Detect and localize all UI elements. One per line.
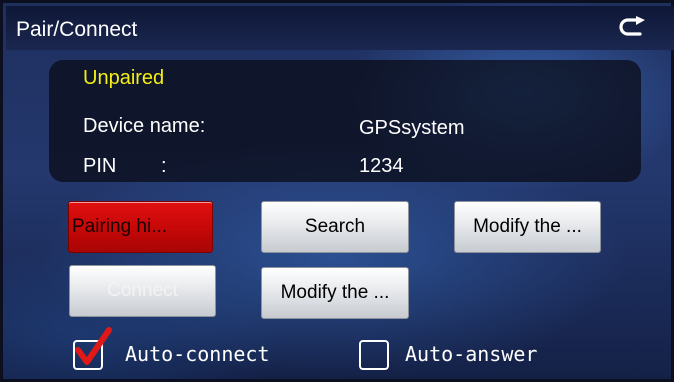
pairing-hint-button[interactable]: Pairing hi...: [68, 201, 213, 253]
auto-answer-checkbox[interactable]: [359, 340, 389, 370]
checkmark-icon: [75, 327, 112, 365]
title-bar: Pair/Connect: [6, 6, 674, 50]
pair-status: Unpaired: [83, 67, 165, 89]
pairing-hint-label: Pairing hi...: [72, 216, 168, 237]
connect-label: Connect: [107, 280, 178, 301]
connect-button[interactable]: Connect: [69, 265, 216, 317]
pin-label: PIN: [83, 155, 117, 177]
device-info-panel: Unpaired Device name: GPSsystem PIN : 12…: [49, 60, 641, 182]
modify-label-2: Modify the ...: [280, 282, 390, 303]
modify-label-1: Modify the ...: [473, 216, 582, 237]
auto-connect-checkbox[interactable]: [73, 327, 112, 370]
auto-connect-label: Auto-connect: [125, 342, 270, 366]
modify-button-2[interactable]: Modify the ...: [261, 267, 409, 319]
back-arrow-icon[interactable]: [618, 16, 646, 42]
device-name-label: Device name:: [83, 115, 206, 137]
search-button[interactable]: Search: [261, 201, 409, 253]
auto-answer-label: Auto-answer: [405, 342, 538, 366]
pin-colon: :: [161, 155, 167, 177]
app-window: Pair/Connect Unpaired Device name: GPSsy…: [0, 0, 674, 382]
modify-button-1[interactable]: Modify the ...: [454, 201, 601, 253]
page-title: Pair/Connect: [16, 18, 138, 41]
pin-value: 1234: [359, 155, 404, 177]
search-label: Search: [304, 216, 366, 237]
device-name-value: GPSsystem: [359, 117, 465, 139]
